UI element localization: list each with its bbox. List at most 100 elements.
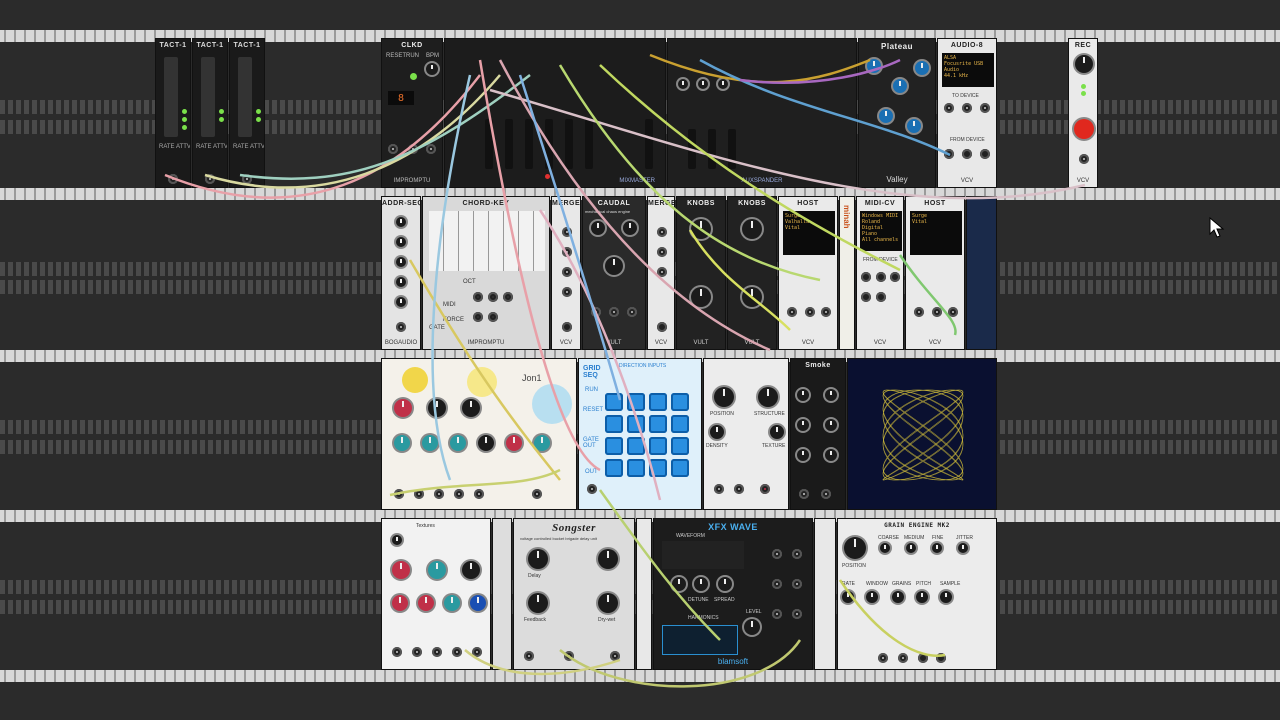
waveform-screen[interactable] xyxy=(662,541,744,569)
midi-out-jack[interactable] xyxy=(861,292,871,302)
plugin-screen[interactable]: Surge Valhalla Vital xyxy=(783,211,835,255)
cv-jack[interactable] xyxy=(503,292,513,302)
detune-knob[interactable] xyxy=(694,577,708,591)
aux-knob[interactable] xyxy=(698,79,708,89)
aux-knob[interactable] xyxy=(718,79,728,89)
textures-knob[interactable] xyxy=(462,561,480,579)
delay-knob[interactable] xyxy=(528,549,548,569)
grid-pad[interactable] xyxy=(627,393,645,411)
textures-knob[interactable] xyxy=(470,595,486,611)
smoke-knob[interactable] xyxy=(825,389,837,401)
textures-knob[interactable] xyxy=(418,595,434,611)
host-jack[interactable] xyxy=(932,307,942,317)
merge-module[interactable]: MERGE VCV xyxy=(551,196,581,350)
textures-module[interactable]: Textures xyxy=(381,518,491,670)
feedback-knob[interactable] xyxy=(528,593,548,613)
grid-pad[interactable] xyxy=(649,459,667,477)
mixmaster-module[interactable]: MIXMASTER xyxy=(444,38,666,188)
minah-module[interactable]: minah xyxy=(839,196,855,350)
channel-fader[interactable] xyxy=(565,119,573,169)
channel-fader[interactable] xyxy=(505,119,513,169)
grain-jack[interactable] xyxy=(918,653,928,663)
xfx-jack[interactable] xyxy=(772,549,782,559)
phase-knob[interactable] xyxy=(672,577,686,591)
grid-pad[interactable] xyxy=(605,415,623,433)
output-jack[interactable] xyxy=(168,174,178,184)
reverb-knob[interactable] xyxy=(867,59,881,73)
songster-jack[interactable] xyxy=(524,651,534,661)
xfx-wave-module[interactable]: XFX WAVE WAVEFORM DETUNE SPREAD HARMONIC… xyxy=(653,518,813,670)
merge-jack[interactable] xyxy=(562,227,572,237)
merge-out-jack[interactable] xyxy=(657,322,667,332)
output-jack[interactable] xyxy=(242,174,252,184)
midi-out-jack[interactable] xyxy=(890,272,900,282)
param-knob[interactable] xyxy=(422,435,438,451)
record-button[interactable] xyxy=(1074,119,1094,139)
xfx-jack[interactable] xyxy=(792,549,802,559)
plugin-screen[interactable]: Surge Vital xyxy=(910,211,962,255)
param-knob[interactable] xyxy=(394,435,410,451)
merge-jack[interactable] xyxy=(657,267,667,277)
grain-engine-module[interactable]: GRAIN ENGINE MK2 POSITION COARSE MEDIUM … xyxy=(837,518,997,670)
smoke-jack[interactable] xyxy=(799,489,809,499)
textures-knob[interactable] xyxy=(392,595,408,611)
textures-jack[interactable] xyxy=(412,647,422,657)
sample-knob[interactable] xyxy=(940,591,952,603)
medium-knob[interactable] xyxy=(906,543,916,553)
grid-pad[interactable] xyxy=(671,415,689,433)
auxspander-module[interactable]: AUXSPANDER xyxy=(667,38,857,188)
jon-jack[interactable] xyxy=(532,489,542,499)
tone-knob[interactable] xyxy=(598,593,618,613)
gain-knob[interactable] xyxy=(1075,55,1093,73)
aux-fader[interactable] xyxy=(708,129,716,169)
midi-out-jack[interactable] xyxy=(876,292,886,302)
reverb-knob[interactable] xyxy=(907,119,921,133)
cv-jack[interactable] xyxy=(488,292,498,302)
host-jack[interactable] xyxy=(948,307,958,317)
aux-knob[interactable] xyxy=(678,79,688,89)
caudal-jack[interactable] xyxy=(609,307,619,317)
smoke-knob[interactable] xyxy=(825,449,837,461)
clock-jack[interactable] xyxy=(408,144,418,154)
rate-knob[interactable] xyxy=(842,591,854,603)
window-knob[interactable] xyxy=(866,591,878,603)
position-knob[interactable] xyxy=(844,537,866,559)
step-knob[interactable] xyxy=(396,237,406,247)
textures-jack[interactable] xyxy=(472,647,482,657)
audio-out-jack[interactable] xyxy=(962,149,972,159)
host-jack[interactable] xyxy=(914,307,924,317)
param-knob[interactable] xyxy=(428,399,446,417)
piano-keyboard[interactable] xyxy=(429,211,545,271)
grid-pad[interactable] xyxy=(627,459,645,477)
channel-fader[interactable] xyxy=(525,119,533,169)
cv-jack[interactable] xyxy=(473,292,483,302)
channel-fader[interactable] xyxy=(545,119,553,169)
aux-fader[interactable] xyxy=(728,129,736,169)
grid-pad[interactable] xyxy=(627,437,645,455)
rec-jack[interactable] xyxy=(1079,154,1089,164)
reverb-knob[interactable] xyxy=(915,61,929,75)
caudal-module[interactable]: CAUDAL mechanical chaos engine VULT xyxy=(582,196,646,350)
texture-jack[interactable] xyxy=(714,484,724,494)
audio-out-jack[interactable] xyxy=(944,149,954,159)
xfx-jack[interactable] xyxy=(772,609,782,619)
midi-out-jack[interactable] xyxy=(861,272,871,282)
merge-module[interactable]: MERGE VCV xyxy=(647,196,675,350)
macro-knob[interactable] xyxy=(742,219,762,239)
tact-module[interactable]: TACT-1 RATE ATTV xyxy=(192,38,228,188)
merge-jack[interactable] xyxy=(562,267,572,277)
smoke-jack[interactable] xyxy=(821,489,831,499)
host-jack[interactable] xyxy=(787,307,797,317)
touch-strip[interactable] xyxy=(164,57,178,137)
bpm-knob[interactable] xyxy=(426,63,438,75)
level-knob[interactable] xyxy=(744,619,760,635)
texture-jack[interactable] xyxy=(760,484,770,494)
rec-module[interactable]: REC VCV xyxy=(1068,38,1098,188)
step-knob[interactable] xyxy=(396,257,406,267)
xfx-jack[interactable] xyxy=(772,579,782,589)
texture-knob[interactable] xyxy=(770,425,784,439)
reverb-knob[interactable] xyxy=(893,79,907,93)
caudal-jack[interactable] xyxy=(627,307,637,317)
host-jack[interactable] xyxy=(821,307,831,317)
host-jack[interactable] xyxy=(805,307,815,317)
